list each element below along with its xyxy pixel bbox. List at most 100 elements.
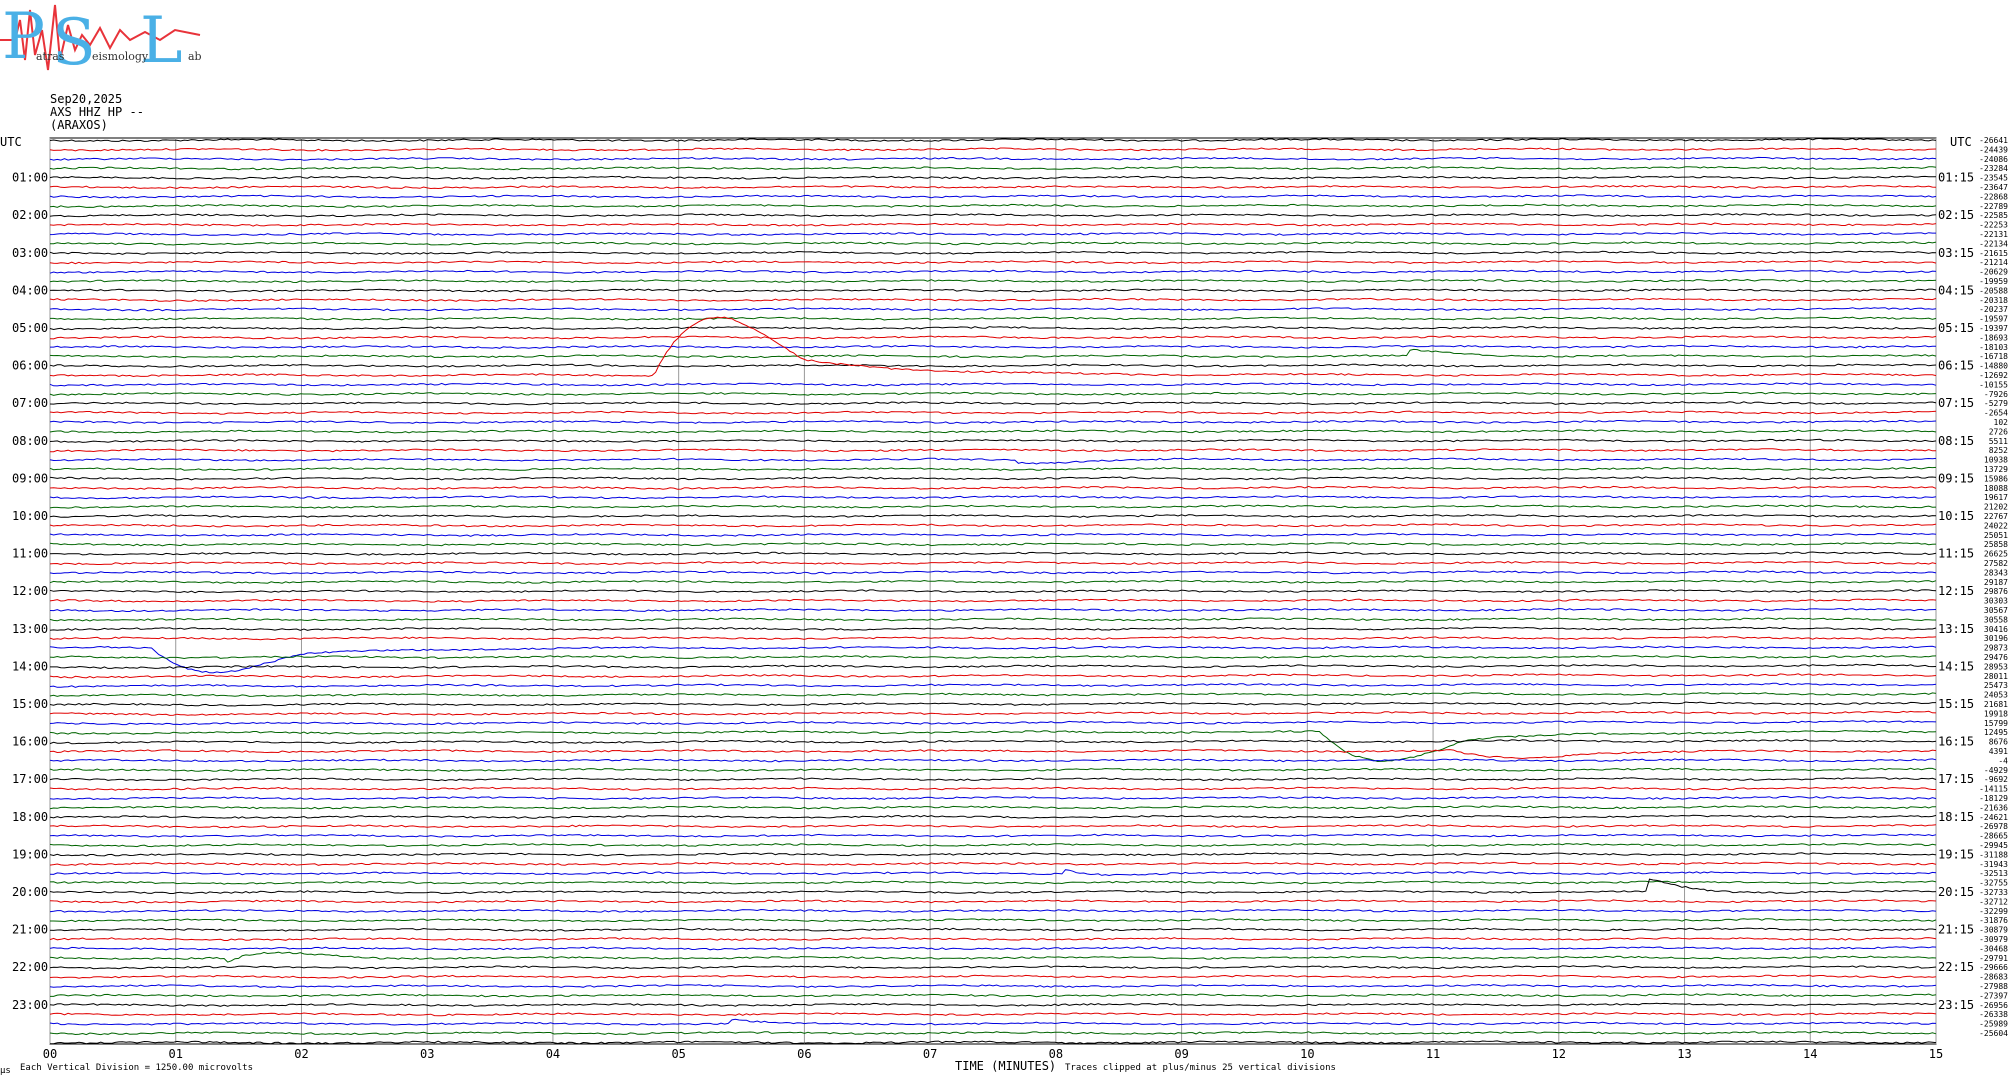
x-tick-label: 07 (923, 1047, 937, 1061)
trace-row (50, 663, 1937, 669)
row-offset-label: 26625 (1984, 550, 2008, 559)
row-offset-label: -20588 (1979, 286, 2008, 295)
hour-label-right: 11:15 (1938, 547, 1974, 561)
row-offset-label: -32299 (1979, 907, 2008, 916)
trace-row (49, 203, 1937, 208)
row-offset-label: 102 (1994, 418, 2009, 427)
row-offset-label: 29187 (1984, 578, 2008, 587)
row-offset-label: -23647 (1979, 183, 2008, 192)
row-offset-label: -26956 (1979, 1001, 2008, 1010)
trace-row (49, 382, 1937, 387)
row-offset-label: -20629 (1979, 268, 2008, 277)
row-offset-label: -23284 (1979, 164, 2008, 173)
hour-label-right: 18:15 (1938, 810, 1974, 824)
row-offset-label: -31943 (1979, 860, 2008, 869)
trace-row (49, 786, 1936, 791)
hour-label-left: 06:00 (12, 359, 48, 373)
hour-label-right: 01:15 (1938, 171, 1974, 185)
hour-label-right: 20:15 (1938, 885, 1974, 899)
trace-row (49, 560, 1937, 566)
trace-row (49, 617, 1936, 622)
row-offset-label: -20237 (1979, 305, 2008, 314)
hour-label-left: 04:00 (12, 283, 48, 297)
row-offset-label: 22767 (1984, 512, 2008, 521)
trace-row (49, 842, 1937, 848)
hour-label-right: 05:15 (1938, 321, 1974, 335)
helicorder-plot: P S L atras eismology ab Sep20,2025 AXS … (0, 0, 2008, 1076)
trace-row (49, 645, 1937, 674)
trace-row (49, 260, 1937, 265)
row-offset-label: -26641 (1979, 136, 2008, 145)
row-offset-label: -31188 (1979, 850, 2008, 859)
psl-logo: P S L atras eismology ab (0, 0, 202, 80)
trace-row (49, 147, 1937, 152)
trace-row (49, 476, 1937, 481)
row-offset-labels: -26641-24439-24086-23284-23545-23647-228… (1979, 136, 2008, 1038)
hour-label-right: 22:15 (1938, 960, 1974, 974)
hour-label-left: 18:00 (12, 810, 48, 824)
row-offset-label: -26978 (1979, 822, 2008, 831)
hour-label-left: 07:00 (12, 396, 48, 410)
trace-row (50, 993, 1937, 998)
x-tick-label: 09 (1174, 1047, 1188, 1061)
trace-row (49, 495, 1937, 500)
row-offset-label: 21202 (1984, 503, 2008, 512)
trace-row (49, 1031, 1937, 1036)
row-offset-label: -22253 (1979, 221, 2008, 230)
row-offset-label: -22585 (1979, 211, 2008, 220)
trace-row (49, 673, 1937, 679)
trace-row (49, 523, 1937, 528)
trace-row (49, 325, 1937, 331)
hour-label-right: 14:15 (1938, 659, 1974, 673)
trace-row (49, 692, 1937, 698)
row-offset-label: -21214 (1979, 258, 2008, 267)
logo-letter-s: S (52, 6, 96, 80)
trace-row (49, 1012, 1937, 1017)
x-axis-title: TIME (MINUTES) (955, 1059, 1056, 1073)
x-tick-label: 14 (1803, 1047, 1817, 1061)
hour-label-right: 17:15 (1938, 772, 1974, 786)
trace-row (49, 878, 1937, 895)
row-offset-label: -28683 (1979, 973, 2008, 982)
row-offset-label: -32733 (1979, 888, 2008, 897)
trace-row (49, 739, 1937, 745)
trace-row (49, 419, 1937, 424)
trace-row (49, 682, 1937, 688)
trace-row (49, 852, 1937, 857)
x-tick-label: 11 (1426, 1047, 1440, 1061)
trace-row (49, 1002, 1937, 1007)
trace-row (49, 335, 1937, 340)
row-offset-label: -26338 (1979, 1010, 2008, 1019)
hour-label-right: 08:15 (1938, 434, 1974, 448)
hour-label-left: 21:00 (12, 923, 48, 937)
hour-label-right: 16:15 (1938, 735, 1974, 749)
trace-row (49, 636, 1937, 641)
x-tick-label: 10 (1300, 1047, 1314, 1061)
row-offset-label: 30558 (1984, 615, 2008, 624)
row-offset-label: -5279 (1984, 399, 2008, 408)
row-offset-label: 27582 (1984, 559, 2008, 568)
hour-label-left: 09:00 (12, 471, 48, 485)
row-offset-label: -24439 (1979, 145, 2008, 154)
trace-row (49, 654, 1937, 660)
row-offset-label: -22134 (1979, 239, 2008, 248)
row-offset-label: 30567 (1984, 606, 2008, 615)
trace-row (49, 551, 1937, 556)
row-offset-label: -22131 (1979, 230, 2008, 239)
row-offset-label: -19397 (1979, 324, 2008, 333)
row-offset-label: 19617 (1984, 493, 2008, 502)
row-offset-label: -24621 (1979, 813, 2008, 822)
row-offset-label: -2654 (1984, 409, 2008, 418)
hour-label-right: 19:15 (1938, 847, 1974, 861)
hour-label-left: 20:00 (12, 885, 48, 899)
trace-row (49, 589, 1937, 594)
trace-row (49, 213, 1937, 218)
row-offset-label: 21681 (1984, 700, 2008, 709)
row-offset-label: 15986 (1984, 474, 2008, 483)
row-offset-label: -32513 (1979, 869, 2008, 878)
trace-row (50, 344, 1937, 349)
hour-label-left: 22:00 (12, 960, 48, 974)
x-tick-label: 13 (1677, 1047, 1691, 1061)
hour-labels-right: 01:15 02:15 03:15 04:15 05:15 06:15 07:15 08:15… (1938, 171, 1974, 1012)
hour-label-left: 05:00 (12, 321, 48, 335)
